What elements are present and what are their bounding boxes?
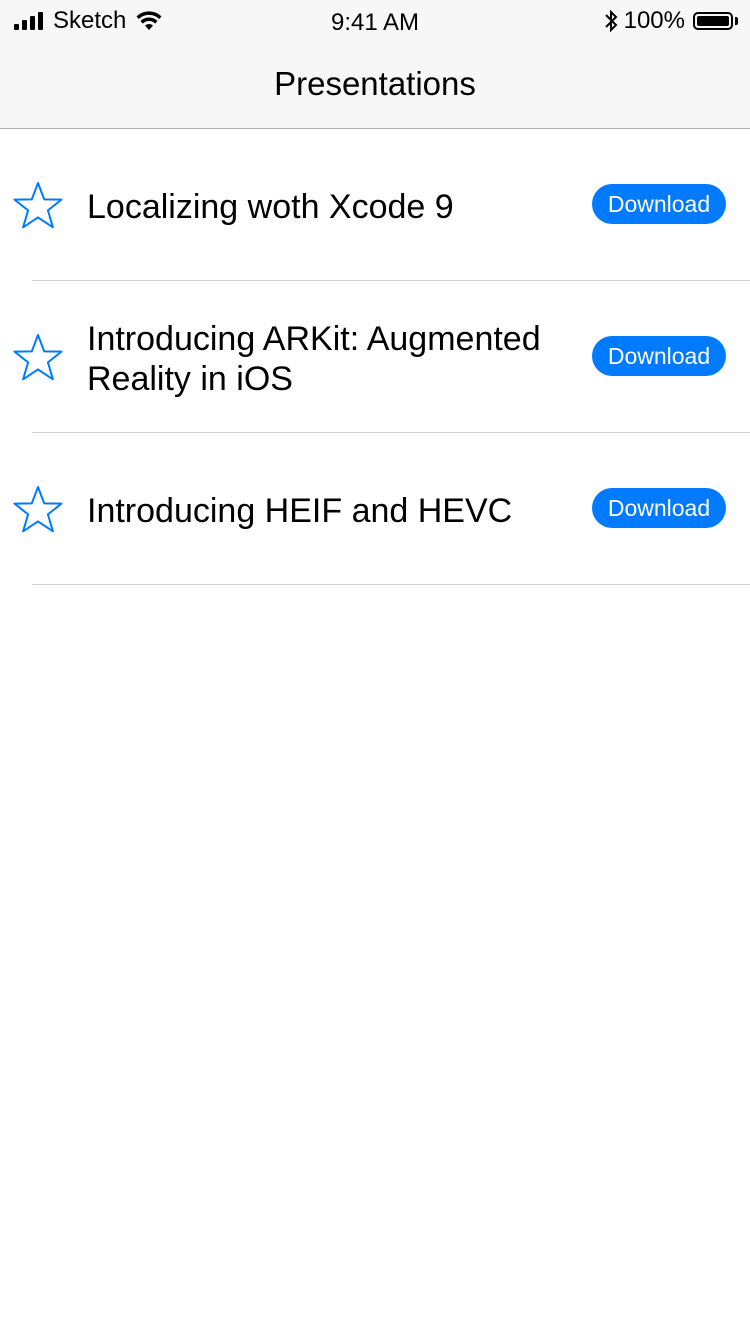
star-outline-icon[interactable]: [12, 484, 64, 536]
list-item[interactable]: Introducing HEIF and HEVC Download: [0, 433, 750, 585]
presentation-title: Localizing woth Xcode 9: [87, 188, 454, 226]
download-button[interactable]: Download: [592, 488, 726, 528]
status-right: 100%: [604, 7, 738, 35]
presentation-list: Localizing woth Xcode 9 Download Introdu…: [0, 129, 750, 585]
status-bar: Sketch 9:41 AM 100%: [0, 0, 750, 42]
app-screen: Sketch 9:41 AM 100% Presentations Locali…: [0, 0, 750, 1334]
star-outline-icon[interactable]: [12, 180, 64, 232]
star-outline-icon[interactable]: [12, 332, 64, 384]
battery-fill: [697, 16, 729, 26]
battery-percent: 100%: [623, 7, 685, 34]
navigation-bar: Presentations: [0, 42, 750, 129]
battery-icon: [693, 12, 733, 30]
download-button[interactable]: Download: [592, 184, 726, 224]
page-title: Presentations: [274, 65, 476, 102]
list-item[interactable]: Localizing woth Xcode 9 Download: [0, 129, 750, 281]
list-item[interactable]: Introducing ARKit: Augmented Reality in …: [0, 281, 750, 433]
row-separator: [32, 584, 750, 585]
bluetooth-icon: [604, 9, 618, 33]
download-button[interactable]: Download: [592, 336, 726, 376]
presentation-title: Introducing HEIF and HEVC: [87, 492, 513, 530]
battery-cap: [735, 17, 738, 25]
presentation-title: Introducing ARKit: Augmented Reality in …: [87, 320, 541, 398]
